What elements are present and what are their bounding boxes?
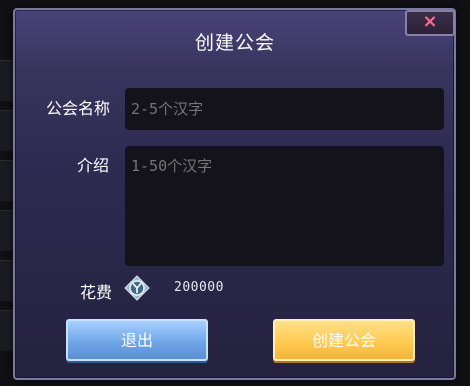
intro-label: 介绍 [77, 156, 110, 175]
exit-button[interactable]: 退出 [66, 319, 208, 361]
guild-name-label: 公会名称 [46, 99, 111, 118]
background-panel [0, 310, 14, 351]
crystal-coin-icon [124, 275, 150, 301]
cost-value: 200000 [174, 280, 224, 295]
intro-input[interactable] [125, 146, 444, 266]
create-guild-button[interactable]: 创建公会 [273, 319, 415, 361]
cost-label: 花费 [80, 283, 113, 302]
background-panel [0, 60, 14, 101]
guild-name-input[interactable] [125, 88, 444, 130]
background-panel [0, 260, 14, 301]
background-panel [0, 110, 14, 151]
background-panel [0, 210, 14, 251]
dialog-title: 创建公会 [194, 32, 275, 54]
background-panel [0, 160, 14, 201]
